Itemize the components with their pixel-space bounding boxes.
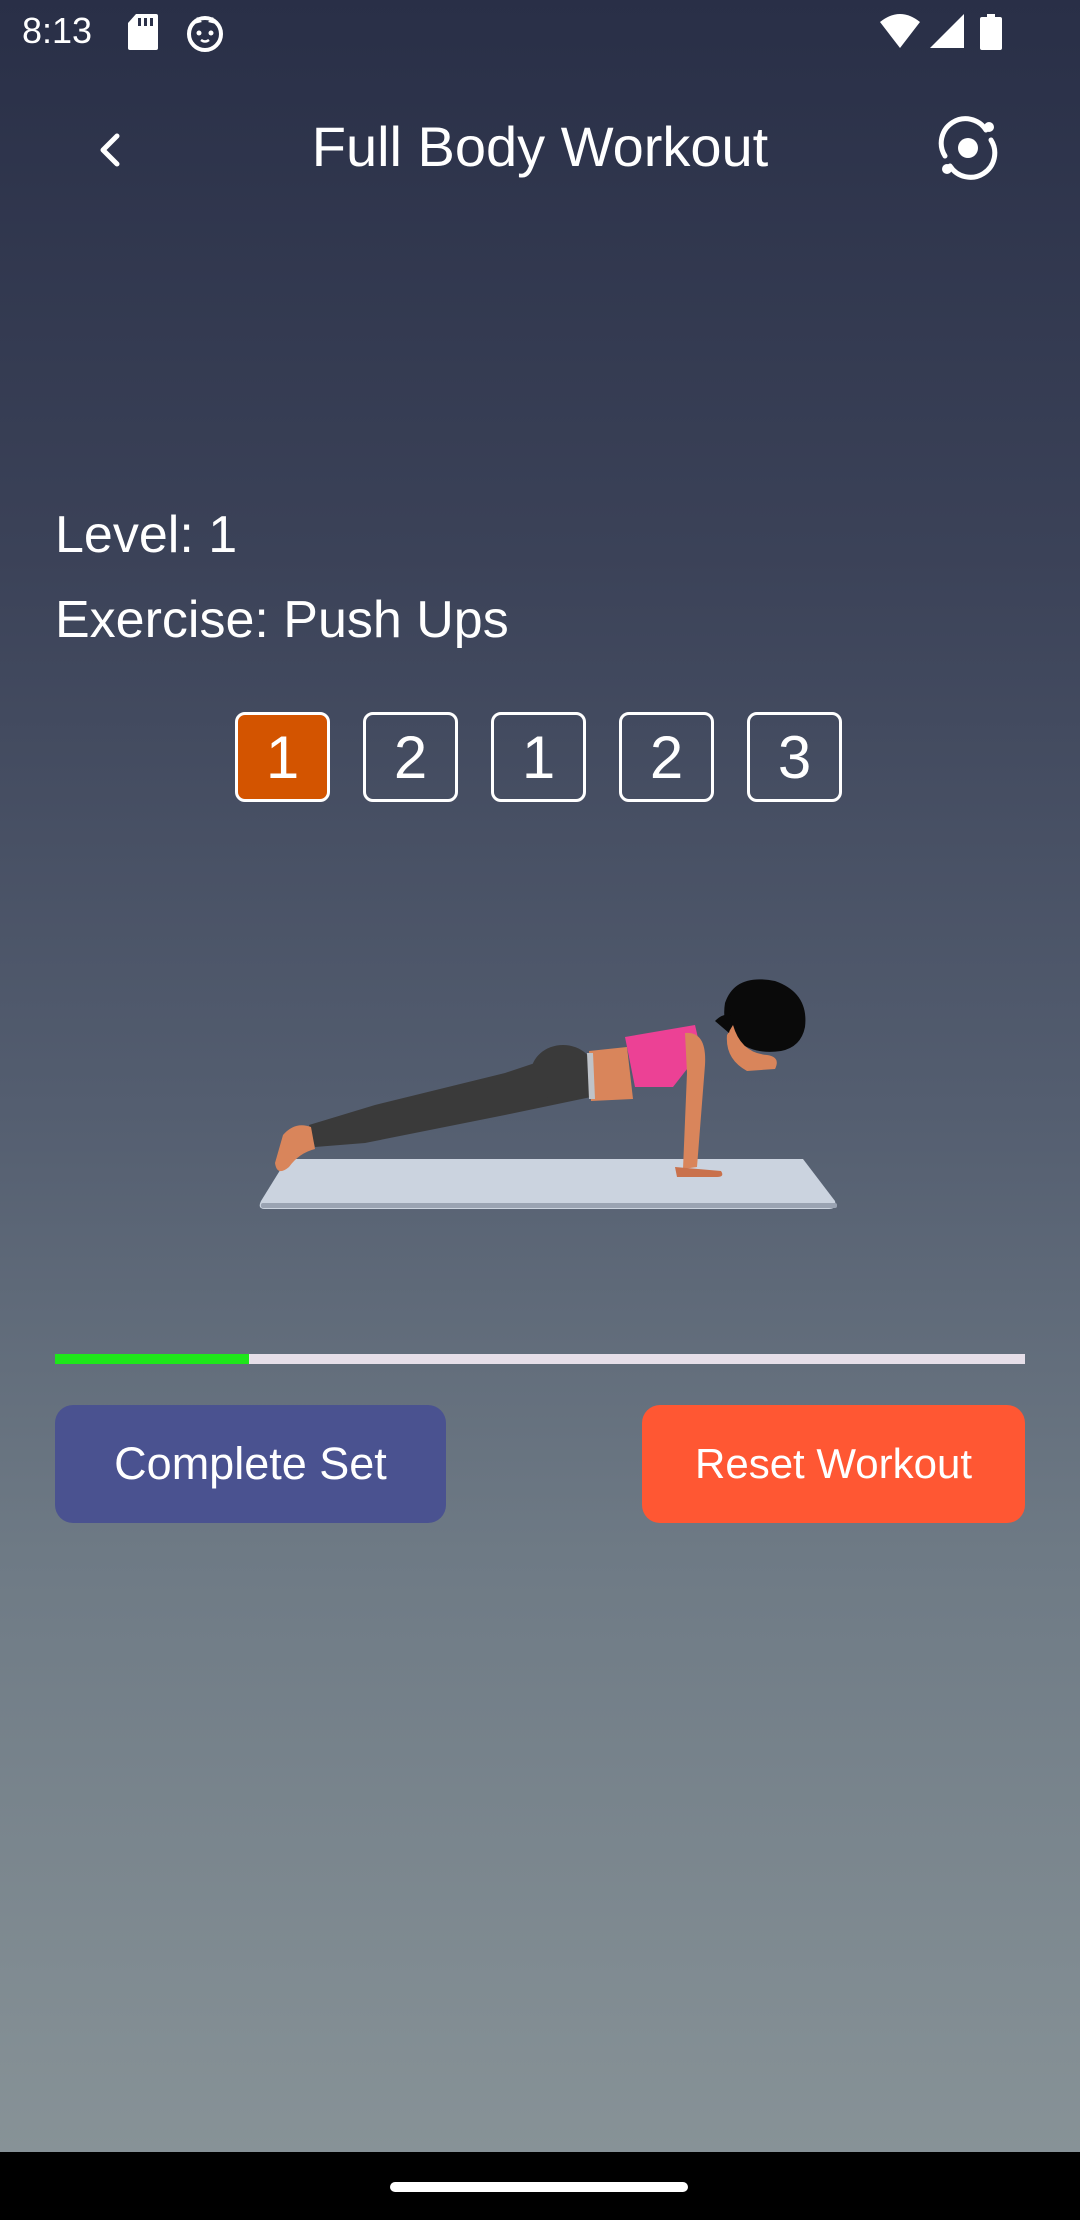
page-title: Full Body Workout: [311, 115, 769, 178]
app-bar: Full Body Workout: [0, 80, 1080, 220]
workout-progress-bar: [55, 1354, 1025, 1364]
sync-button[interactable]: [936, 116, 1000, 180]
level-label: Level: 1: [55, 506, 238, 564]
workout-progress-fill: [55, 1354, 249, 1364]
set-box-4[interactable]: 2: [619, 712, 714, 802]
wifi-icon: [880, 14, 920, 48]
system-nav-bar: [0, 2152, 1080, 2220]
home-gesture-pill[interactable]: [390, 2182, 688, 2192]
signal-icon: [930, 14, 964, 48]
set-box-2[interactable]: 2: [363, 712, 458, 802]
set-box-3[interactable]: 1: [491, 712, 586, 802]
complete-set-button[interactable]: Complete Set: [55, 1405, 446, 1523]
exercise-label: Exercise: Push Ups: [55, 591, 509, 649]
set-box-5[interactable]: 3: [747, 712, 842, 802]
set-box-1[interactable]: 1: [235, 712, 330, 802]
push-up-plank-illustration: [259, 979, 837, 1209]
status-bar: 8:13: [0, 0, 1080, 66]
cat-notification-icon: [187, 16, 223, 52]
reset-workout-button[interactable]: Reset Workout: [642, 1405, 1025, 1523]
status-time: 8:13: [22, 10, 93, 51]
sync-icon: [938, 116, 998, 180]
sd-card-icon: [128, 14, 158, 50]
set-indicators: 1 2 1 2 3: [235, 712, 842, 802]
battery-icon: [980, 14, 1002, 50]
